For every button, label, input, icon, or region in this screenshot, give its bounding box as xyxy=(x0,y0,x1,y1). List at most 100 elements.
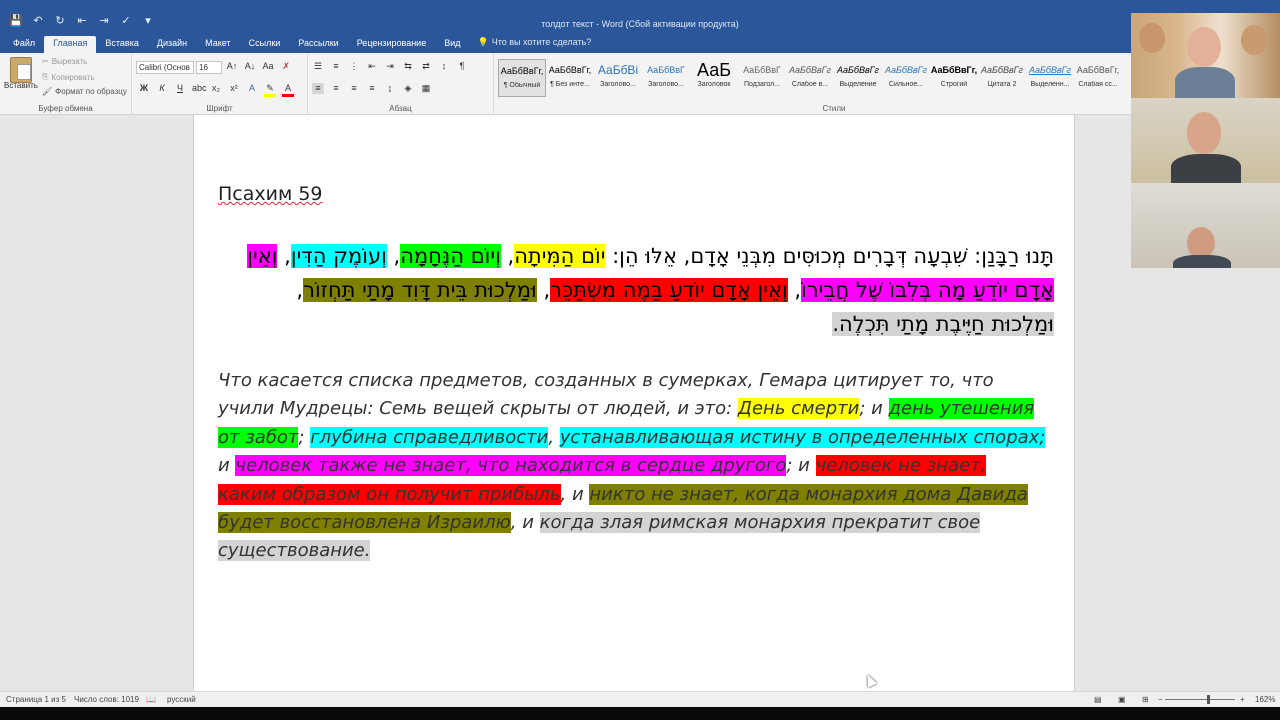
highlight-color-icon[interactable]: ✎ xyxy=(264,83,276,97)
align-right-text-icon[interactable]: ≡ xyxy=(348,83,360,94)
tab-references[interactable]: Ссылки xyxy=(240,36,290,53)
font-name-combo[interactable]: Calibri (Основ xyxy=(136,61,194,74)
web-layout-icon[interactable]: ⊞ xyxy=(1142,695,1149,704)
align-center-icon[interactable]: ≡ xyxy=(330,83,342,94)
status-bar: Страница 1 из 5 Число слов: 1019 📖 русск… xyxy=(0,691,1280,707)
copy-button[interactable]: ⎘ Копировать xyxy=(42,72,94,82)
style-name: Заголово... xyxy=(648,81,684,88)
font-size-buttons: A↑ A↓ Aa ✗ xyxy=(226,61,292,72)
language[interactable]: русский xyxy=(167,695,196,704)
paste-button[interactable]: Вставить xyxy=(4,81,38,90)
change-case-icon[interactable]: Aa xyxy=(262,61,274,72)
font-group-label: Шрифт xyxy=(206,104,233,113)
style-emphasis[interactable]: АаБбВвГг Выделение xyxy=(834,59,882,97)
paste-icon[interactable] xyxy=(10,57,32,83)
zoom-slider[interactable] xyxy=(1165,699,1235,700)
page-count[interactable]: Страница 1 из 5 xyxy=(6,695,66,704)
tab-review[interactable]: Рецензирование xyxy=(348,36,436,53)
decrease-indent-icon[interactable]: ⇤ xyxy=(366,61,378,72)
style-subtitle[interactable]: АаБбВвГ Подзагол... xyxy=(738,59,786,97)
bullets-icon[interactable]: ☰ xyxy=(312,61,324,72)
ribbon: Вставить ✂ Вырезать ⎘ Копировать 🖌 Формат п… xyxy=(0,53,1280,115)
read-mode-icon[interactable]: ▤ xyxy=(1094,695,1102,704)
italic-icon[interactable]: К xyxy=(156,83,168,97)
print-layout-icon[interactable]: ▣ xyxy=(1118,695,1126,704)
increase-indent-icon[interactable]: ⇥ xyxy=(384,61,396,72)
style-preview: АаБбВвГг xyxy=(837,65,879,75)
copy-label: Копировать xyxy=(51,72,95,82)
justify-icon[interactable]: ≡ xyxy=(366,83,378,94)
style-intense-quote[interactable]: АаБбВвГг Выделенн... xyxy=(1026,59,1074,97)
style-preview: АаБ xyxy=(696,60,732,80)
superscript-icon[interactable]: x² xyxy=(228,83,240,97)
text-run: , xyxy=(536,278,551,302)
text-run: и xyxy=(218,455,236,477)
text-effects-icon[interactable]: A xyxy=(246,83,258,97)
line-spacing-icon[interactable]: ↨ xyxy=(384,83,396,94)
pilcrow-icon[interactable]: ¶ xyxy=(456,61,468,72)
borders-icon[interactable]: ▦ xyxy=(420,83,432,94)
zoom-level[interactable]: 162% xyxy=(1255,695,1275,704)
zoom-out-icon[interactable]: − xyxy=(1158,695,1163,704)
document-page[interactable]: Псахим 59 תָּנוּ רַבָּנַן: שִׁבְעָה דְּב… xyxy=(193,115,1075,691)
tab-layout[interactable]: Макет xyxy=(196,36,239,53)
font-size-combo[interactable]: 16 xyxy=(196,61,222,74)
tab-insert[interactable]: Вставка xyxy=(96,36,147,53)
style-subtle-emphasis[interactable]: АаБбВвГг Слабое в... xyxy=(786,59,834,97)
style-quote-2[interactable]: АаБбВвГг Цитата 2 xyxy=(978,59,1026,97)
document-heading: Псахим 59 xyxy=(218,183,323,205)
sort-icon[interactable]: ↕ xyxy=(438,61,450,72)
font-style-buttons: Ж К Ч abc x₂ x² A ✎ A xyxy=(138,83,294,97)
participant-avatar xyxy=(1139,23,1165,53)
style-heading-1[interactable]: АаБбВі Заголово... xyxy=(594,59,642,97)
text-run: ; и xyxy=(786,455,816,477)
word-count[interactable]: Число слов: 1019 xyxy=(74,695,139,704)
align-left-text-icon[interactable]: ≡ xyxy=(312,83,324,94)
style-name: Подзагол... xyxy=(743,81,780,88)
format-painter-button[interactable]: 🖌 Формат по образцу xyxy=(42,87,127,96)
clipboard-group-label: Буфер обмена xyxy=(38,104,93,113)
zoom-slider-thumb[interactable] xyxy=(1207,695,1210,704)
style-subtle-reference[interactable]: АаБбВвГг, Слабая сс... xyxy=(1074,59,1122,97)
highlighted-run-green: וְיוֹם הַנֶּחָמָה xyxy=(400,244,501,268)
ltr-icon[interactable]: ⇄ xyxy=(420,61,432,72)
tell-me-box[interactable]: 💡 Что вы хотите сделать? xyxy=(470,35,600,53)
shading-icon[interactable]: ◈ xyxy=(402,83,414,94)
style-no-spacing[interactable]: АаБбВвГг, ¶ Без инте... xyxy=(546,59,594,97)
tab-file[interactable]: Файл xyxy=(4,36,44,53)
participant-body xyxy=(1173,255,1231,268)
participant-avatar xyxy=(1187,112,1221,154)
numbering-icon[interactable]: ≡ xyxy=(330,61,342,72)
proofing-icon[interactable]: 📖 xyxy=(146,695,156,704)
screen-bottom-edge xyxy=(0,707,1280,720)
style-preview: АаБбВвГг xyxy=(981,65,1023,75)
tab-mailings[interactable]: Рассылки xyxy=(289,36,347,53)
underline-icon[interactable]: Ч xyxy=(174,83,186,97)
strikethrough-icon[interactable]: abc xyxy=(192,83,207,97)
shrink-font-icon[interactable]: A↓ xyxy=(244,61,256,72)
zoom-in-icon[interactable]: + xyxy=(1240,695,1245,704)
style-intense-emphasis[interactable]: АаБбВвГг Сильное... xyxy=(882,59,930,97)
subscript-icon[interactable]: x₂ xyxy=(210,83,222,97)
rtl-icon[interactable]: ⇆ xyxy=(402,61,414,72)
style-name: Заголово... xyxy=(600,81,636,88)
tab-design[interactable]: Дизайн xyxy=(148,36,196,53)
tab-view[interactable]: Вид xyxy=(435,36,469,53)
style-preview: АаБбВвГг xyxy=(885,65,927,75)
highlighted-run-cyan: וְעוֹמֶק הַדִּין xyxy=(290,244,387,268)
clear-format-icon[interactable]: ✗ xyxy=(280,61,292,72)
style-heading-2[interactable]: АаБбВвГ Заголово... xyxy=(642,59,690,97)
multilevel-list-icon[interactable]: ⋮ xyxy=(348,61,360,72)
tab-home[interactable]: Главная xyxy=(44,36,97,53)
style-preview: АаБбВвГг, xyxy=(500,66,544,76)
style-title[interactable]: АаБ Заголовок xyxy=(690,59,738,97)
style-preview: АаБбВвГг, xyxy=(1076,65,1120,75)
style-preview: АаБбВвГ xyxy=(743,65,781,75)
grow-font-icon[interactable]: A↑ xyxy=(226,61,238,72)
font-color-icon[interactable]: A xyxy=(282,83,294,97)
bold-icon[interactable]: Ж xyxy=(138,83,150,97)
cut-button[interactable]: ✂ Вырезать xyxy=(42,57,87,66)
style-normal[interactable]: АаБбВвГг, ¶ Обычный xyxy=(498,59,546,97)
highlighted-run-yellow: יוֹם הַמִּיתָה xyxy=(514,244,606,268)
style-strong[interactable]: АаБбВвГг, Строгий xyxy=(930,59,978,97)
